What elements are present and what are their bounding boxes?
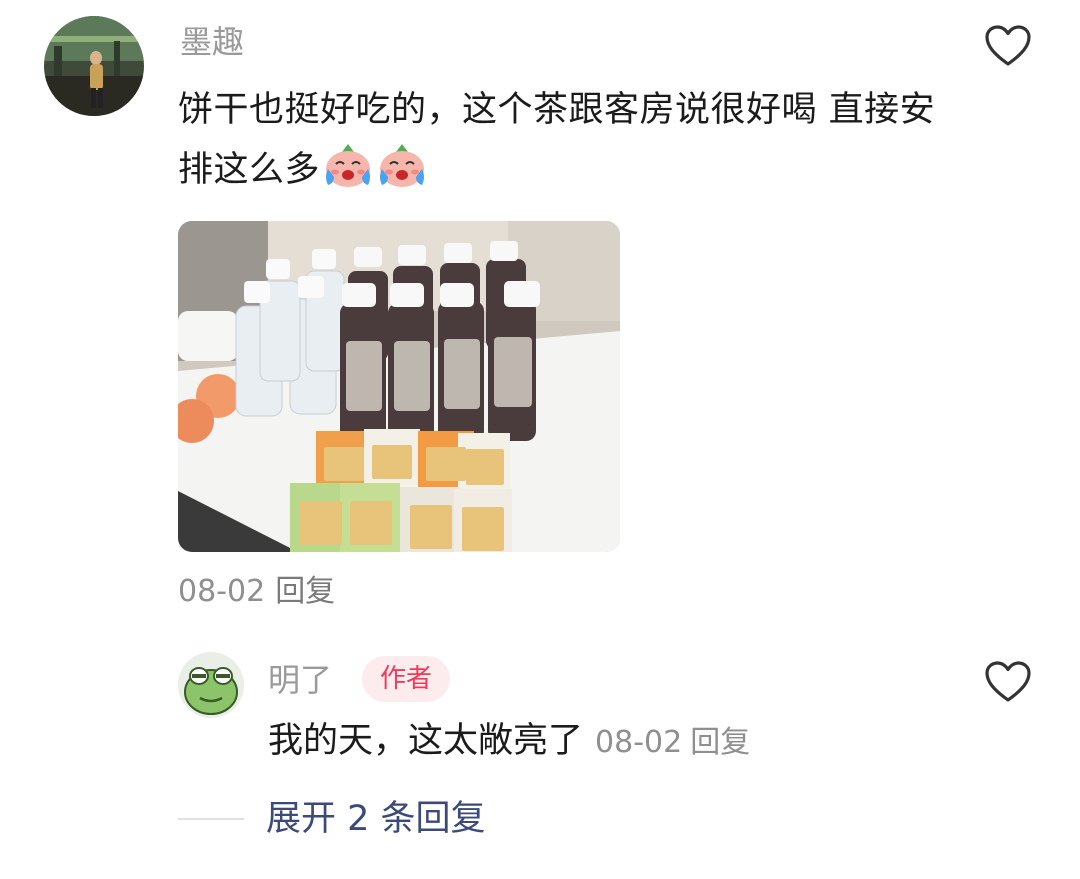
commenter-username[interactable]: 墨趣 — [180, 22, 244, 62]
author-badge: 作者 — [362, 656, 450, 702]
reply-body: 我的天，这太敞亮了 — [268, 721, 584, 761]
comment-text: 饼干也挺好吃的，这个茶跟客房说很好喝 直接安排这么多 — [178, 80, 958, 208]
comment-date: 08-02 — [178, 574, 266, 609]
reply-text: 我的天，这太敞亮了 08-02 回复 — [268, 718, 750, 766]
comment-body: 饼干也挺好吃的，这个茶跟客房说很好喝 直接安排这么多 — [178, 90, 936, 190]
reply-date: 08-02 — [595, 725, 683, 760]
heart-icon[interactable] — [984, 660, 1032, 704]
expand-replies-button[interactable]: 展开 2 条回复 — [266, 796, 486, 842]
comment-meta: 08-02 回复 — [178, 572, 335, 612]
expand-divider — [178, 818, 244, 820]
heart-icon[interactable] — [984, 24, 1032, 68]
replier-username[interactable]: 明了 — [268, 660, 332, 700]
comment-thread: 墨趣 饼干也挺好吃的，这个茶跟客房说很好喝 直接安排这么多 08-02 回复 明… — [0, 0, 1080, 879]
crying-face-emoji-icon — [322, 141, 374, 208]
reply-button[interactable]: 回复 — [275, 574, 335, 609]
reply-to-reply-button[interactable]: 回复 — [690, 725, 750, 760]
reply-meta: 08-02 回复 — [595, 725, 750, 760]
replier-avatar[interactable] — [178, 652, 244, 718]
commenter-avatar[interactable] — [44, 16, 144, 116]
comment-photo[interactable] — [178, 221, 620, 552]
crying-face-emoji-icon — [376, 141, 428, 208]
